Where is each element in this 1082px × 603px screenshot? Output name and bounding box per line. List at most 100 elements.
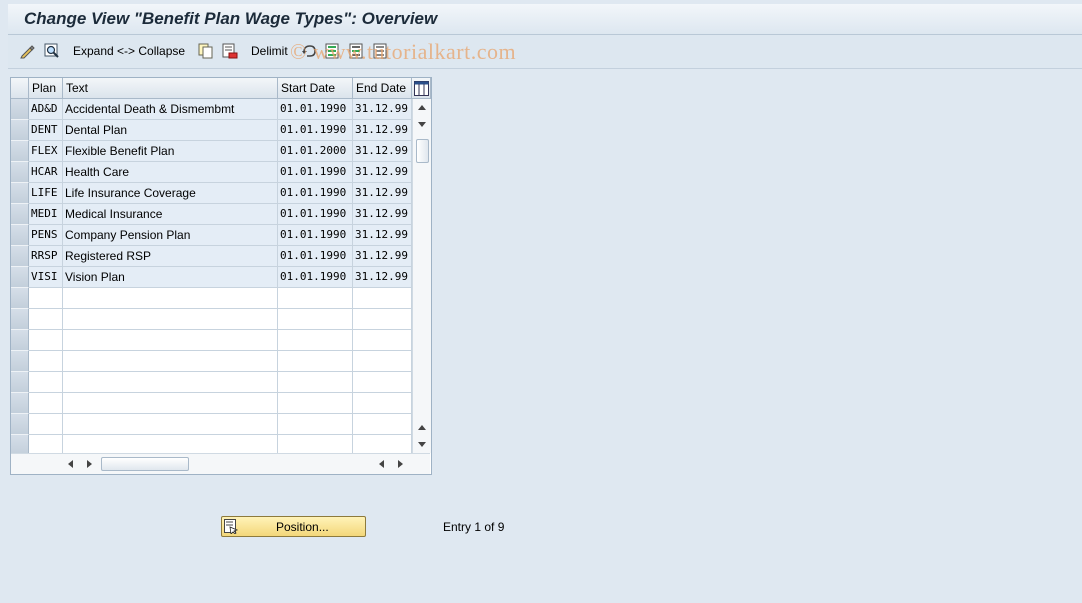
cell-end-date[interactable]: 31.12.99: [353, 99, 412, 120]
cell-text: [63, 288, 278, 309]
delimit-button[interactable]: Delimit: [251, 44, 288, 58]
column-settings-button[interactable]: [412, 78, 431, 99]
cell-plan[interactable]: MEDI: [29, 204, 63, 225]
scroll-left-end-icon[interactable]: [379, 460, 384, 468]
cell-text[interactable]: Vision Plan: [63, 267, 278, 288]
scroll-down-icon[interactable]: [418, 122, 426, 127]
expand-collapse-button[interactable]: Expand <-> Collapse: [73, 44, 185, 58]
scroll-right-icon[interactable]: [87, 460, 92, 468]
row-selector[interactable]: [11, 393, 29, 414]
cell-start-date: [278, 309, 353, 330]
cell-start-date[interactable]: 01.01.1990: [278, 183, 353, 204]
cell-plan[interactable]: PENS: [29, 225, 63, 246]
cell-end-date: [353, 330, 412, 351]
vertical-scroll-thumb[interactable]: [416, 139, 429, 163]
cell-text: [63, 351, 278, 372]
horizontal-scrollbar[interactable]: [11, 453, 430, 474]
cell-plan[interactable]: DENT: [29, 120, 63, 141]
cell-end-date: [353, 414, 412, 435]
column-header-text[interactable]: Text: [63, 78, 278, 99]
cell-end-date[interactable]: 31.12.99: [353, 120, 412, 141]
application-toolbar: Expand <-> Collapse Delimit © www.tutori…: [8, 35, 1082, 69]
cell-start-date[interactable]: 01.01.1990: [278, 204, 353, 225]
cell-end-date[interactable]: 31.12.99: [353, 267, 412, 288]
scroll-page-down-icon[interactable]: [418, 442, 426, 447]
cell-plan[interactable]: LIFE: [29, 183, 63, 204]
row-selector[interactable]: [11, 330, 29, 351]
column-header-start-date[interactable]: Start Date: [278, 78, 353, 99]
cell-text[interactable]: Registered RSP: [63, 246, 278, 267]
row-selector[interactable]: [11, 120, 29, 141]
cell-end-date[interactable]: 31.12.99: [353, 225, 412, 246]
cell-start-date[interactable]: 01.01.1990: [278, 246, 353, 267]
cell-plan[interactable]: VISI: [29, 267, 63, 288]
cell-start-date: [278, 372, 353, 393]
watermark: © www.tutorialkart.com: [290, 39, 517, 64]
cell-text[interactable]: Flexible Benefit Plan: [63, 141, 278, 162]
cell-start-date: [278, 288, 353, 309]
position-button[interactable]: Position...: [221, 516, 366, 537]
cell-text[interactable]: Life Insurance Coverage: [63, 183, 278, 204]
cell-plan: [29, 288, 63, 309]
cell-text[interactable]: Dental Plan: [63, 120, 278, 141]
row-selector[interactable]: [11, 204, 29, 225]
scroll-left-icon[interactable]: [68, 460, 73, 468]
cell-end-date[interactable]: 31.12.99: [353, 246, 412, 267]
cell-plan[interactable]: AD&D: [29, 99, 63, 120]
cell-end-date[interactable]: 31.12.99: [353, 162, 412, 183]
row-selector[interactable]: [11, 246, 29, 267]
cell-plan[interactable]: RRSP: [29, 246, 63, 267]
scroll-right-end-icon[interactable]: [398, 460, 403, 468]
entry-counter: Entry 1 of 9: [443, 520, 505, 534]
copy-icon[interactable]: [198, 43, 214, 59]
cell-start-date[interactable]: 01.01.1990: [278, 99, 353, 120]
cell-end-date[interactable]: 31.12.99: [353, 204, 412, 225]
cell-text: [63, 414, 278, 435]
row-selector[interactable]: [11, 225, 29, 246]
vertical-scrollbar[interactable]: [412, 99, 431, 453]
row-selector[interactable]: [11, 309, 29, 330]
position-button-label: Position...: [276, 520, 329, 534]
row-selector[interactable]: [11, 267, 29, 288]
cell-text[interactable]: Company Pension Plan: [63, 225, 278, 246]
row-selector[interactable]: [11, 162, 29, 183]
cell-start-date[interactable]: 01.01.2000: [278, 141, 353, 162]
column-header-end-date[interactable]: End Date: [353, 78, 412, 99]
table-settings-icon: [414, 81, 429, 96]
cell-plan[interactable]: HCAR: [29, 162, 63, 183]
delete-icon[interactable]: [222, 43, 238, 59]
details-icon[interactable]: [44, 43, 60, 59]
row-selector[interactable]: [11, 99, 29, 120]
cell-start-date[interactable]: 01.01.1990: [278, 162, 353, 183]
row-selector[interactable]: [11, 183, 29, 204]
cell-plan: [29, 372, 63, 393]
cell-start-date: [278, 393, 353, 414]
cell-text[interactable]: Health Care: [63, 162, 278, 183]
row-selector[interactable]: [11, 351, 29, 372]
select-all-rows-header[interactable]: [11, 78, 29, 99]
cell-text[interactable]: Accidental Death & Dismembmt: [63, 99, 278, 120]
cell-start-date[interactable]: 01.01.1990: [278, 267, 353, 288]
row-selector[interactable]: [11, 141, 29, 162]
horizontal-scroll-thumb[interactable]: [101, 457, 189, 471]
display-change-icon[interactable]: [20, 43, 36, 59]
cell-start-date[interactable]: 01.01.1990: [278, 120, 353, 141]
cell-start-date[interactable]: 01.01.1990: [278, 225, 353, 246]
table-control: Plan Text Start Date End Date AD&D Accide…: [10, 77, 432, 475]
cell-plan: [29, 393, 63, 414]
cell-end-date[interactable]: 31.12.99: [353, 141, 412, 162]
cell-plan: [29, 309, 63, 330]
scroll-page-up-icon[interactable]: [418, 425, 426, 430]
row-selector[interactable]: [11, 372, 29, 393]
cell-plan[interactable]: FLEX: [29, 141, 63, 162]
column-header-plan[interactable]: Plan: [29, 78, 63, 99]
row-selector[interactable]: [11, 288, 29, 309]
cell-end-date[interactable]: 31.12.99: [353, 183, 412, 204]
cell-start-date: [278, 414, 353, 435]
cell-text[interactable]: Medical Insurance: [63, 204, 278, 225]
cell-end-date: [353, 393, 412, 414]
row-selector[interactable]: [11, 414, 29, 435]
cell-start-date: [278, 330, 353, 351]
cell-plan: [29, 414, 63, 435]
scroll-up-icon[interactable]: [418, 105, 426, 110]
